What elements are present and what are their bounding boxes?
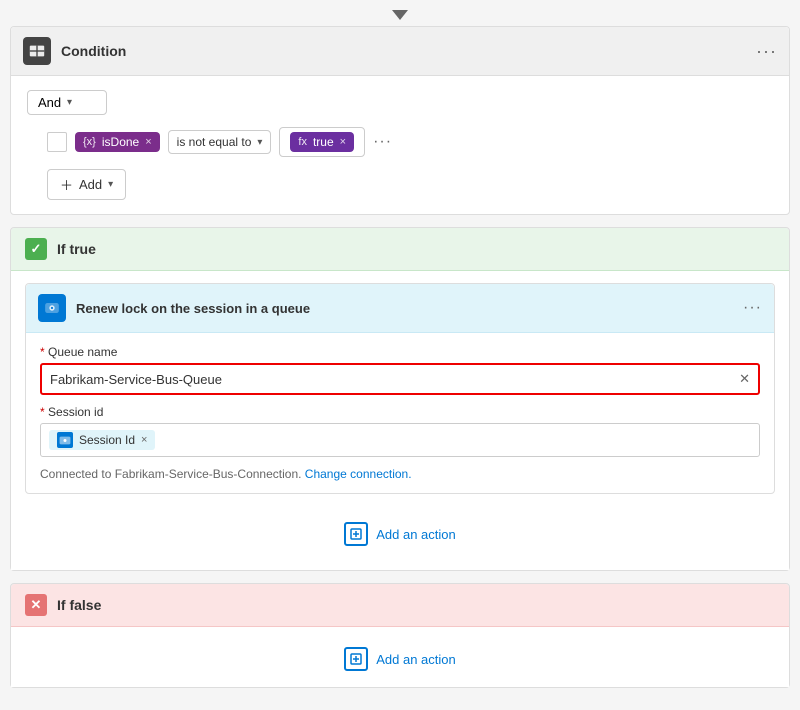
top-connector <box>10 10 790 20</box>
isdone-label: isDone <box>102 135 139 149</box>
if-true-header: ✓ If true <box>11 228 789 271</box>
service-bus-icon <box>38 294 66 322</box>
condition-row-menu[interactable]: ··· <box>373 133 392 151</box>
condition-icon <box>23 37 51 65</box>
and-dropdown[interactable]: And ▾ <box>27 90 107 115</box>
add-action-false-label: Add an action <box>376 652 456 667</box>
if-true-label: If true <box>57 241 96 257</box>
chevron-down-icon: ▾ <box>67 97 96 108</box>
change-connection-link[interactable]: Change connection. <box>305 467 412 481</box>
expression-icon: {x} <box>83 136 96 148</box>
session-tag-icon <box>57 432 73 448</box>
add-label: Add <box>79 177 102 192</box>
add-action-true-label: Add an action <box>376 527 456 542</box>
condition-header: Condition ··· <box>11 27 789 76</box>
operator-chevron-icon: ▾ <box>257 137 262 148</box>
add-action-false-button[interactable]: Add an action <box>334 643 466 675</box>
true-value-box: fx true × <box>279 127 365 157</box>
action-menu-button[interactable]: ··· <box>743 299 762 317</box>
connection-text: Connected to Fabrikam-Service-Bus-Connec… <box>40 467 301 481</box>
connection-info: Connected to Fabrikam-Service-Bus-Connec… <box>40 467 760 481</box>
and-label: And <box>38 95 67 110</box>
condition-title: Condition <box>61 43 756 59</box>
add-button[interactable]: ＋ Add ▾ <box>47 169 126 200</box>
session-id-label: * Session id <box>40 405 760 419</box>
queue-name-label: * Queue name <box>40 345 760 359</box>
action-body: * Queue name Fabrikam-Service-Bus-Queue … <box>26 333 774 493</box>
condition-menu-button[interactable]: ··· <box>756 41 777 62</box>
condition-checkbox[interactable] <box>47 132 67 152</box>
fx-tag: fx true × <box>290 132 354 152</box>
if-true-block: ✓ If true Renew lock on the session in a… <box>10 227 790 571</box>
add-action-true-row: Add an action <box>25 506 775 558</box>
session-id-input[interactable]: Session Id × <box>40 423 760 457</box>
queue-name-value: Fabrikam-Service-Bus-Queue <box>50 372 222 387</box>
isdone-remove-button[interactable]: × <box>145 136 151 148</box>
session-id-value: Session Id <box>79 433 135 447</box>
if-false-block: ✕ If false Add an action <box>10 583 790 688</box>
action-title: Renew lock on the session in a queue <box>76 301 733 316</box>
add-action-false-icon <box>344 647 368 671</box>
workflow-canvas: Condition ··· And ▾ {x} isDone × is not … <box>10 10 790 700</box>
operator-dropdown[interactable]: is not equal to ▾ <box>168 130 272 154</box>
queue-name-input[interactable]: Fabrikam-Service-Bus-Queue ✕ <box>40 363 760 395</box>
add-chevron-icon: ▾ <box>108 179 113 190</box>
session-id-remove-button[interactable]: × <box>141 434 147 446</box>
session-id-tag: Session Id × <box>49 430 155 450</box>
condition-block: Condition ··· And ▾ {x} isDone × is not … <box>10 26 790 215</box>
check-icon: ✓ <box>25 238 47 260</box>
queue-name-clear-button[interactable]: ✕ <box>739 371 750 387</box>
x-icon: ✕ <box>25 594 47 616</box>
if-false-label: If false <box>57 597 101 613</box>
operator-label: is not equal to <box>177 135 252 149</box>
action-card: Renew lock on the session in a queue ···… <box>25 283 775 494</box>
true-remove-button[interactable]: × <box>340 136 346 148</box>
add-row: ＋ Add ▾ <box>47 169 773 200</box>
if-false-header: ✕ If false <box>11 584 789 627</box>
true-label: true <box>313 135 334 149</box>
plus-icon: ＋ <box>60 175 73 194</box>
add-action-true-button[interactable]: Add an action <box>334 518 466 550</box>
add-action-false-row: Add an action <box>15 631 785 683</box>
fx-icon: fx <box>298 136 307 148</box>
if-false-body: Add an action <box>11 627 789 687</box>
condition-row: {x} isDone × is not equal to ▾ fx true ×… <box>47 127 773 157</box>
isdone-tag: {x} isDone × <box>75 132 160 152</box>
condition-body: And ▾ {x} isDone × is not equal to ▾ fx <box>11 76 789 214</box>
action-header: Renew lock on the session in a queue ··· <box>26 284 774 333</box>
add-action-true-icon <box>344 522 368 546</box>
arrow-down-icon <box>392 10 408 20</box>
if-true-body: Renew lock on the session in a queue ···… <box>11 271 789 570</box>
